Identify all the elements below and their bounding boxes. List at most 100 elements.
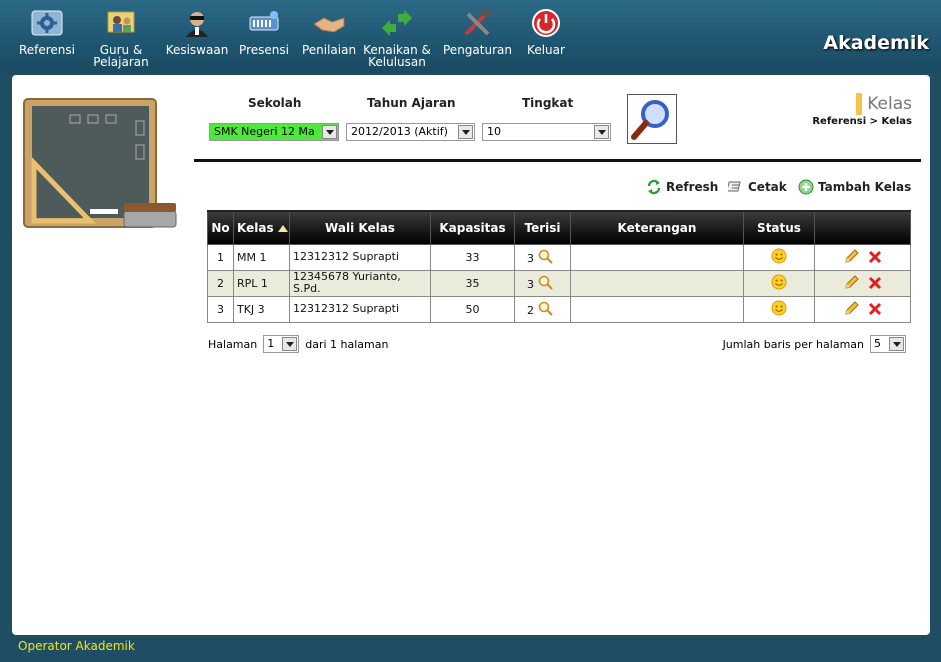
- cell-actions: [814, 295, 911, 323]
- col-header-terisi[interactable]: Terisi: [514, 210, 571, 245]
- edit-pencil-icon[interactable]: [844, 248, 860, 264]
- rows-per-page-select[interactable]: 5: [870, 335, 906, 353]
- magnifier-icon: [631, 100, 669, 140]
- nav-kenaikan-label: Kenaikan & Kelulusan: [363, 43, 431, 69]
- nav-keluar-label: Keluar: [527, 43, 565, 57]
- nav-pengaturan[interactable]: Pengaturan: [443, 8, 512, 56]
- breadcrumb[interactable]: Referensi > Kelas: [812, 116, 912, 127]
- cell-kelas: MM 1: [233, 243, 290, 271]
- sekolah-select[interactable]: SMK Negeri 12 Ma: [209, 123, 339, 141]
- page-select-value: 1: [267, 337, 275, 350]
- top-navigation-bar: Referensi Guru & Pelajaran Kesiswaan Pre…: [0, 0, 941, 73]
- cell-terisi: 3: [514, 269, 571, 297]
- tahun-ajaran-select[interactable]: 2012/2013 (Aktif): [346, 123, 475, 141]
- cell-status: [743, 243, 815, 271]
- search-button[interactable]: [627, 94, 677, 144]
- cell-actions: [814, 243, 911, 271]
- cell-actions: [814, 269, 911, 297]
- chevron-down-icon[interactable]: [889, 337, 904, 351]
- tools-icon: [460, 8, 494, 38]
- cell-no: 3: [207, 295, 234, 323]
- print-icon: [728, 181, 741, 192]
- delete-icon[interactable]: [868, 250, 882, 264]
- pager: Halaman 1 dari 1 halaman: [208, 335, 388, 353]
- chevron-down-icon[interactable]: [458, 125, 473, 139]
- delete-icon[interactable]: [868, 276, 882, 290]
- nav-kenaikan-kelulusan[interactable]: Kenaikan & Kelulusan: [362, 8, 432, 68]
- col-header-no[interactable]: No: [207, 210, 234, 245]
- col-header-wali-kelas[interactable]: Wali Kelas: [289, 210, 431, 245]
- refresh-icon: [647, 179, 661, 195]
- cetak-button[interactable]: Cetak: [728, 179, 787, 195]
- chalkboard-illustration: [20, 93, 180, 238]
- col-header-keterangan[interactable]: Keterangan: [570, 210, 744, 245]
- cell-no: 2: [207, 269, 234, 297]
- chevron-down-icon[interactable]: [282, 337, 298, 351]
- col-header-actions: [814, 210, 911, 245]
- student-icon: [180, 8, 214, 38]
- cell-terisi: 3: [514, 243, 571, 271]
- dari-halaman-label: dari 1 halaman: [305, 337, 389, 351]
- arrows-icon: [380, 8, 414, 38]
- edit-pencil-icon[interactable]: [844, 300, 860, 316]
- nav-kesiswaan[interactable]: Kesiswaan: [164, 8, 230, 56]
- refresh-button[interactable]: Refresh: [646, 179, 718, 195]
- tingkat-select[interactable]: 10: [482, 123, 611, 141]
- cell-wali-kelas: 12312312 Suprapti: [289, 243, 431, 271]
- delete-icon[interactable]: [868, 302, 882, 316]
- nav-referensi[interactable]: Referensi: [18, 8, 76, 56]
- app-title: Akademik: [823, 32, 929, 54]
- smiley-icon: [771, 274, 787, 289]
- cell-keterangan: [570, 243, 744, 271]
- rows-per-page-label: Jumlah baris per halaman: [722, 337, 864, 351]
- rows-per-page: Jumlah baris per halaman 5: [723, 335, 906, 353]
- cell-kapasitas: 35: [430, 269, 515, 297]
- nav-penilaian-label: Penilaian: [301, 43, 357, 57]
- cell-wali-kelas: 12345678 Yurianto, S.Pd.: [289, 269, 431, 297]
- table-row[interactable]: 3 TKJ 3 12312312 Suprapti 50 2: [207, 295, 911, 323]
- main-panel: Sekolah Tahun Ajaran Tingkat SMK Negeri …: [12, 75, 930, 635]
- nav-keluar[interactable]: Keluar: [524, 8, 568, 56]
- magnifier-icon[interactable]: [538, 249, 554, 265]
- table-row[interactable]: 2 RPL 1 12345678 Yurianto, S.Pd. 35 3: [207, 269, 911, 297]
- tambah-kelas-label: Tambah Kelas: [818, 180, 912, 194]
- tambah-kelas-button[interactable]: Tambah Kelas: [798, 179, 911, 195]
- nav-penilaian[interactable]: Penilaian: [300, 8, 358, 56]
- col-header-kapasitas[interactable]: Kapasitas: [430, 210, 515, 245]
- chevron-down-icon[interactable]: [594, 125, 609, 139]
- chevron-down-icon[interactable]: [322, 125, 337, 139]
- nav-guru-pelajaran[interactable]: Guru & Pelajaran: [92, 8, 150, 68]
- col-header-status[interactable]: Status: [743, 210, 815, 245]
- magnifier-icon[interactable]: [538, 301, 554, 317]
- cell-wali-kelas: 12312312 Suprapti: [289, 295, 431, 323]
- handshake-icon: [312, 8, 346, 38]
- tingkat-label: Tingkat: [522, 96, 574, 110]
- add-icon: [798, 179, 814, 195]
- terisi-count: 3: [527, 278, 534, 291]
- cetak-label: Cetak: [748, 180, 787, 194]
- gear-icon: [30, 8, 64, 38]
- smiley-icon: [771, 300, 787, 315]
- edit-pencil-icon[interactable]: [844, 274, 860, 290]
- tahun-ajaran-label: Tahun Ajaran: [367, 96, 456, 110]
- sekolah-select-value: SMK Negeri 12 Ma: [214, 125, 315, 138]
- magnifier-icon[interactable]: [538, 275, 554, 291]
- terisi-count: 2: [527, 304, 534, 317]
- nav-referensi-label: Referensi: [18, 43, 76, 57]
- nav-presensi-label: Presensi: [239, 43, 289, 57]
- kelas-table: No Kelas Wali Kelas Kapasitas Terisi Ket…: [207, 210, 911, 323]
- col-header-kelas[interactable]: Kelas: [233, 210, 290, 245]
- terisi-count: 3: [527, 252, 534, 265]
- cell-kapasitas: 33: [430, 243, 515, 271]
- col-header-kelas-label: Kelas: [237, 220, 274, 235]
- nav-presensi[interactable]: Presensi: [236, 8, 292, 56]
- page-select[interactable]: 1: [263, 335, 300, 353]
- cell-kelas: RPL 1: [233, 269, 290, 297]
- table-header-row: No Kelas Wali Kelas Kapasitas Terisi Ket…: [207, 210, 911, 245]
- rows-per-page-value: 5: [874, 337, 881, 350]
- cell-no: 1: [207, 243, 234, 271]
- table-row[interactable]: 1 MM 1 12312312 Suprapti 33 3: [207, 243, 911, 271]
- nav-kesiswaan-label: Kesiswaan: [165, 43, 229, 57]
- cell-keterangan: [570, 269, 744, 297]
- sekolah-label: Sekolah: [248, 96, 302, 110]
